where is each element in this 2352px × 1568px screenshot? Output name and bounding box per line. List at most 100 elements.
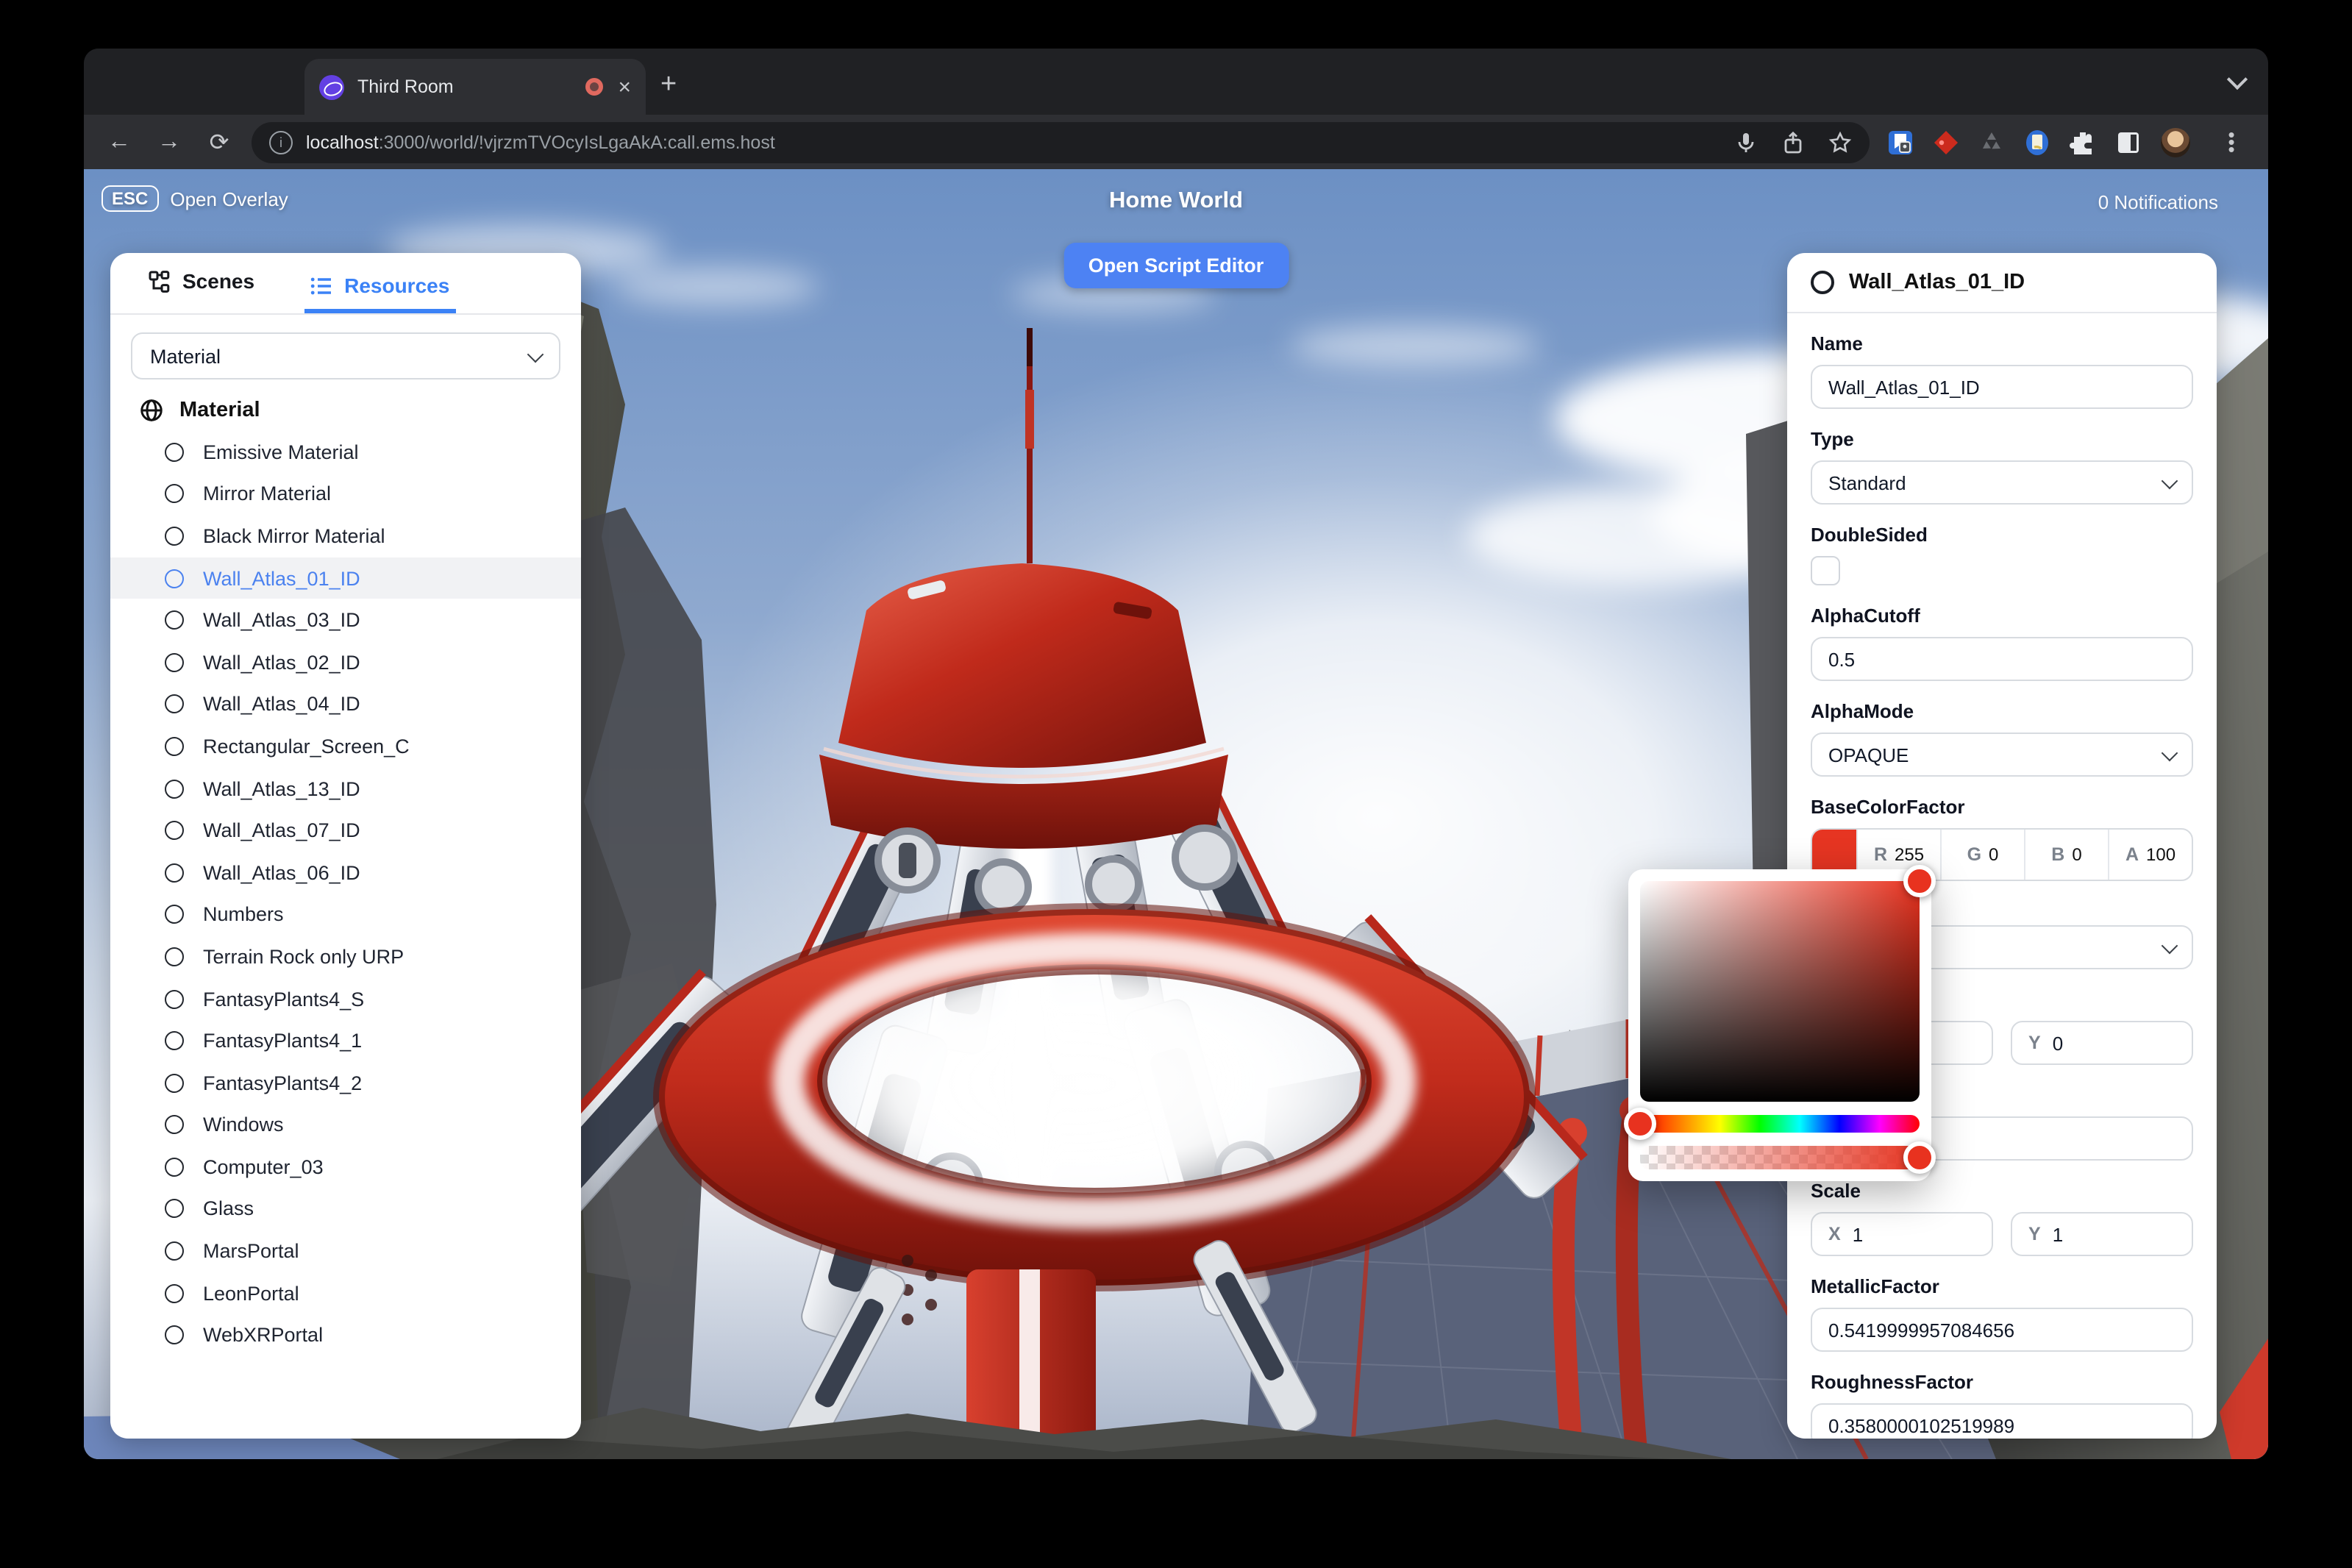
list-item-label: Rectangular_Screen_C [203,735,410,758]
browser-menu-icon[interactable]: ••• [2224,131,2239,153]
material-bullet-icon [165,1241,184,1261]
browser-tab[interactable]: Third Room × [304,59,646,115]
list-item-label: Black Mirror Material [203,525,385,547]
material-bullet-icon [165,485,184,504]
basecolor-g-input[interactable]: G0 [1940,830,2024,880]
close-tab-icon[interactable]: × [618,76,631,98]
password-manager-extension-icon[interactable] [1887,129,1914,155]
profile-avatar[interactable] [2161,127,2190,157]
list-item-selected[interactable]: Wall_Atlas_01_ID [110,557,581,599]
saturation-value-area[interactable] [1640,881,1920,1102]
list-item[interactable]: Wall_Atlas_13_ID [110,768,581,810]
open-script-editor-button[interactable]: Open Script Editor [1063,243,1289,288]
list-item[interactable]: Terrain Rock only URP [110,936,581,977]
chevron-down-icon [2162,744,2178,761]
material-bullet-icon [1811,271,1834,294]
alpha-handle[interactable] [1903,1141,1936,1174]
list-item[interactable]: FantasyPlants4_2 [110,1062,581,1104]
material-bullet-icon [165,695,184,714]
list-item-label: Emissive Material [203,441,359,463]
extensions-puzzle-icon[interactable] [2070,129,2096,155]
new-tab-button[interactable]: + [660,69,677,101]
scale-y-value: 1 [2053,1223,2063,1245]
notifications-status[interactable]: 0 Notifications [2098,191,2218,213]
scale-y-input[interactable]: Y1 [2011,1212,2193,1256]
list-item[interactable]: Wall_Atlas_07_ID [110,810,581,852]
chevron-down-icon [2162,937,2178,954]
scale-label: Scale [1811,1180,2193,1202]
list-item-label: Mirror Material [203,483,331,505]
list-item[interactable]: Wall_Atlas_03_ID [110,599,581,641]
address-bar[interactable]: i localhost:3000/world/!vjrzmTVOcyIsLgaA… [252,121,1870,163]
material-list: Emissive Material Mirror Material Black … [110,431,581,1356]
list-item[interactable]: Rectangular_Screen_C [110,725,581,767]
list-item-label: FantasyPlants4_1 [203,1030,362,1052]
list-item[interactable]: Wall_Atlas_04_ID [110,683,581,725]
doublesided-checkbox[interactable] [1811,556,1840,585]
alpha-slider[interactable] [1640,1146,1920,1169]
recycle-extension-icon[interactable] [1978,129,2005,155]
tab-resources[interactable]: Resources [304,274,455,313]
tab-scenes[interactable]: Scenes [143,269,260,313]
browser-window: Third Room × + ← → ⟳ i localhost:3000/wo… [84,49,2268,1459]
share-icon[interactable] [1781,130,1805,154]
list-item-label: Wall_Atlas_04_ID [203,694,360,716]
material-bullet-icon [165,1200,184,1219]
list-item[interactable]: LeonPortal [110,1272,581,1314]
list-item[interactable]: Emissive Material [110,431,581,473]
roughnessfactor-input[interactable]: 0.3580000102519989 [1811,1403,2193,1439]
scale-x-value: 1 [1853,1223,1863,1245]
material-bullet-icon [165,779,184,798]
metallicfactor-label: MetallicFactor [1811,1275,2193,1297]
red-diamond-extension-icon[interactable] [1933,129,1959,155]
url-host: localhost [306,132,379,152]
document-extension-icon[interactable] [2024,129,2050,155]
list-item[interactable]: Computer_03 [110,1146,581,1188]
list-item[interactable]: Windows [110,1104,581,1146]
alphacutoff-input[interactable]: 0.5 [1811,637,2193,681]
hue-slider[interactable] [1640,1115,1920,1133]
alphamode-label: AlphaMode [1811,700,2193,722]
bookmark-star-icon[interactable] [1828,130,1852,154]
offset-y-input[interactable]: Y0 [2011,1021,2193,1065]
resource-type-value: Material [150,345,221,367]
list-item[interactable]: Black Mirror Material [110,515,581,557]
screen: Third Room × + ← → ⟳ i localhost:3000/wo… [0,0,2352,1568]
list-item[interactable]: FantasyPlants4_S [110,977,581,1019]
offset-y-value: 0 [2053,1032,2063,1054]
material-bullet-icon [165,1116,184,1135]
basecolor-b-input[interactable]: B0 [2024,830,2108,880]
microphone-icon[interactable] [1734,130,1758,154]
type-select[interactable]: Standard [1811,460,2193,505]
list-item[interactable]: WebXRPortal [110,1314,581,1356]
forward-button[interactable]: → [154,129,184,155]
list-item[interactable]: Mirror Material [110,473,581,515]
alphamode-value: OPAQUE [1828,744,1909,766]
sv-handle[interactable] [1903,865,1936,897]
site-info-icon[interactable]: i [269,130,293,154]
list-item[interactable]: MarsPortal [110,1230,581,1272]
name-input[interactable]: Wall_Atlas_01_ID [1811,365,2193,409]
metallicfactor-input[interactable]: 0.5419999957084656 [1811,1308,2193,1352]
hue-handle[interactable] [1624,1108,1656,1140]
material-bullet-icon [165,863,184,882]
world-viewport[interactable]: ESC Open Overlay Home World 0 Notificati… [84,169,2268,1459]
back-button[interactable]: ← [104,129,134,155]
third-room-favicon-icon [319,74,344,99]
list-item[interactable]: Wall_Atlas_02_ID [110,641,581,683]
list-item[interactable]: FantasyPlants4_1 [110,1020,581,1062]
inspector-header: Wall_Atlas_01_ID [1787,253,2217,313]
alphamode-select[interactable]: OPAQUE [1811,733,2193,777]
resource-type-select[interactable]: Material [131,332,560,379]
scale-x-input[interactable]: X1 [1811,1212,1993,1256]
a-prefix: A [2125,844,2139,865]
list-item[interactable]: Glass [110,1188,581,1230]
list-item[interactable]: Numbers [110,894,581,936]
list-item-label: Wall_Atlas_13_ID [203,777,360,799]
reload-button[interactable]: ⟳ [204,127,234,157]
tab-scenes-label: Scenes [182,269,254,293]
basecolor-a-input[interactable]: A100 [2108,830,2192,880]
tab-search-chevron-icon[interactable] [2227,69,2248,90]
side-panel-icon[interactable] [2115,129,2142,155]
list-item[interactable]: Wall_Atlas_06_ID [110,852,581,894]
